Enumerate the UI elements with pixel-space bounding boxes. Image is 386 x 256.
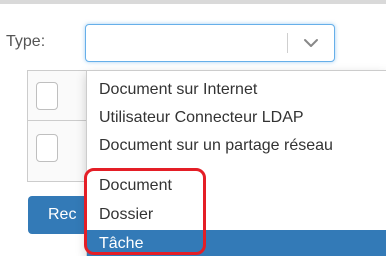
option-label: Dossier <box>99 206 154 223</box>
checkbox-icon[interactable] <box>36 134 58 162</box>
chevron-down-icon[interactable] <box>302 34 320 52</box>
table-row-divider <box>28 120 88 121</box>
form-panel: Type: Rec Document sur Internet Utilisat… <box>0 0 386 256</box>
dropdown-option-document-sur-internet[interactable]: Document sur Internet <box>87 76 386 104</box>
search-button-label: Rec <box>48 206 77 223</box>
option-label: Document sur un partage réseau <box>99 137 333 154</box>
dropdown-option-partage-reseau[interactable]: Document sur un partage réseau <box>87 132 386 160</box>
checkbox-icon[interactable] <box>36 82 58 110</box>
type-dropdown-menu: Document sur Internet Utilisateur Connec… <box>86 70 386 256</box>
dropdown-option-utilisateur-ldap[interactable]: Utilisateur Connecteur LDAP <box>87 104 386 132</box>
dropdown-option-tache[interactable]: Tâche <box>87 230 386 256</box>
type-label: Type: <box>6 33 46 50</box>
option-label: Document sur Internet <box>99 81 258 98</box>
option-label: Document <box>99 177 172 194</box>
panel-top-border <box>0 0 386 4</box>
dropdown-option-document[interactable]: Document <box>87 172 386 200</box>
option-label: Utilisateur Connecteur LDAP <box>99 109 304 126</box>
option-label: Tâche <box>99 235 144 252</box>
dropdown-option-dossier[interactable]: Dossier <box>87 201 386 229</box>
select-separator <box>287 33 288 53</box>
type-select[interactable] <box>85 24 335 62</box>
